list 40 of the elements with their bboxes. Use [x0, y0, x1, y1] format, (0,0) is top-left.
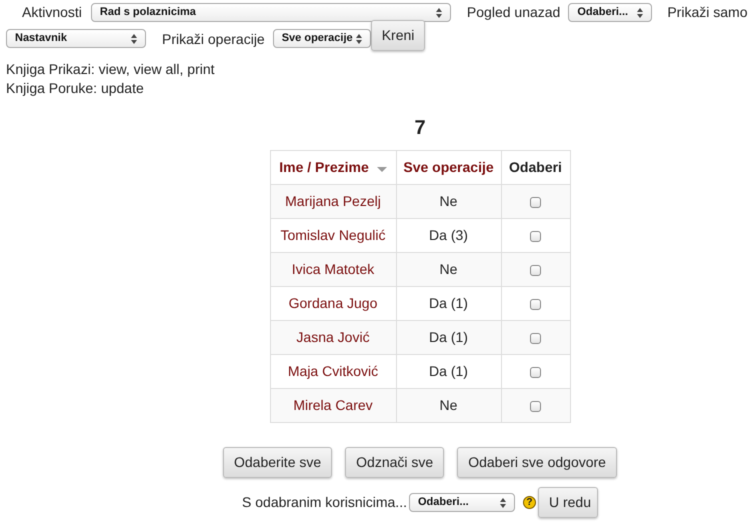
action-button[interactable]: Odaberi sve odgovore [457, 447, 617, 478]
dropdown-arrows-icon [436, 8, 442, 18]
heading: 7 [414, 116, 426, 140]
sort-arrow-icon [376, 167, 387, 172]
dropdown-arrows-icon [637, 8, 644, 18]
table-cell: Da (1) [429, 329, 468, 345]
dropdown[interactable]: Odaberi... [568, 3, 652, 22]
checkbox[interactable] [530, 366, 541, 378]
ok-button[interactable]: U redu [538, 487, 598, 518]
dropdown-arrows-icon [131, 34, 137, 44]
action-button[interactable]: Odznači sve [345, 447, 444, 478]
info-text: Knjiga Poruke: update [6, 80, 144, 96]
checkbox[interactable] [530, 264, 541, 276]
lookback-label: Pogled unazad [466, 4, 560, 20]
table-cell: Ne [440, 261, 458, 277]
dropdown-arrows-icon [356, 34, 362, 44]
checkbox[interactable] [530, 400, 541, 412]
info-text: Knjiga Prikazi: view, view all, print [6, 61, 215, 77]
table-cell: Da (1) [429, 295, 468, 311]
table-cell: Ne [440, 193, 458, 209]
activity-label: Aktivnosti [22, 3, 82, 22]
dropdown[interactable]: Nastavnik [6, 29, 146, 48]
table-cell: Ne [440, 397, 458, 413]
help-icon[interactable]: ? [522, 496, 536, 509]
checkbox[interactable] [530, 230, 541, 242]
show-only-label: Prikaži samo [667, 4, 748, 20]
dropdown[interactable]: Odaberi... [408, 493, 515, 512]
operations-label: Prikaži operacije [162, 31, 265, 47]
column-header: Odaberi [509, 158, 562, 177]
dropdown[interactable]: Rad s polaznicima [90, 3, 451, 22]
bulk-action-label: S odabranim korisnicima... [242, 493, 407, 512]
checkbox[interactable] [530, 332, 541, 344]
table-cell: Da (1) [429, 363, 468, 379]
dropdown[interactable]: Sve operacije [272, 29, 371, 48]
action-button[interactable]: Odaberite sve [223, 447, 332, 478]
dropdown-arrows-icon [500, 498, 506, 508]
go-button[interactable]: Kreni [370, 20, 425, 51]
checkbox[interactable] [530, 196, 541, 208]
table-cell: Da (3) [429, 227, 468, 243]
checkbox[interactable] [530, 298, 541, 310]
